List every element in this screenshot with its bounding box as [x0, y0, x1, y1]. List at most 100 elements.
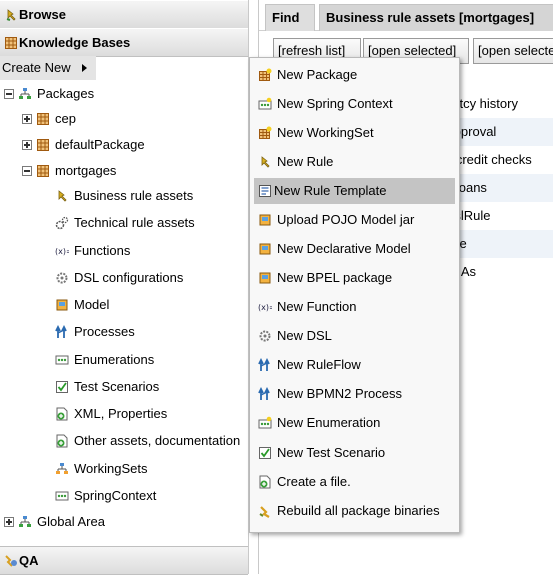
tree-label: Processes: [74, 324, 135, 339]
tree-label: Functions: [74, 243, 131, 258]
create-new-label: Create New: [2, 60, 71, 75]
tree-label: Technical rule assets: [74, 215, 195, 230]
rule-template-icon: [258, 184, 272, 198]
menu-item-new-test-scenario[interactable]: New Test Scenario: [254, 440, 455, 466]
tree-item-functions[interactable]: (x)= Functions: [55, 240, 130, 262]
tree-label: Test Scenarios: [74, 379, 160, 394]
expand-icon[interactable]: [4, 516, 14, 527]
tree-item-technical-rule-assets[interactable]: Technical rule assets: [55, 212, 195, 234]
tree-label: SpringContext: [74, 488, 157, 503]
tree-label: DSL configurations: [74, 270, 184, 285]
tree-label: Business rule assets: [74, 188, 194, 203]
tree-label: Other assets, documentation: [74, 433, 241, 448]
menu-item-rebuild-all-package-binaries[interactable]: Rebuild all package binaries: [254, 498, 455, 524]
knowledge-bases-label: Knowledge Bases: [19, 35, 131, 50]
menu-item-create-a-file[interactable]: Create a file.: [254, 469, 455, 495]
process-arrows-icon: [55, 324, 69, 339]
tree-item-xml-properties[interactable]: XML, Properties: [55, 403, 167, 425]
expand-icon[interactable]: [22, 139, 32, 150]
function-icon: (x)=: [258, 300, 272, 314]
browse-label: Browse: [19, 7, 66, 22]
package-grid-icon: [36, 164, 50, 178]
tree-label: cep: [55, 111, 76, 126]
menu-item-new-bpmn2-process[interactable]: New BPMN2 Process: [254, 381, 455, 407]
menu-item-upload-pojo-model-jar[interactable]: Upload POJO Model jar: [254, 207, 455, 233]
packages-tree-icon: [18, 515, 32, 529]
collapse-icon[interactable]: [4, 88, 14, 99]
package-grid-icon: [36, 138, 50, 152]
create-file-icon: [258, 475, 272, 489]
tree-item-springcontext[interactable]: SpringContext: [55, 485, 156, 507]
tree-item-test-scenarios[interactable]: Test Scenarios: [55, 376, 159, 398]
file-add-icon: [55, 407, 69, 421]
gears-icon: [55, 216, 69, 230]
menu-item-new-spring-context[interactable]: New Spring Context: [254, 91, 455, 117]
tab-bar: Find Business rule assets [mortgages]: [259, 0, 553, 31]
menu-item-new-rule-template[interactable]: New Rule Template: [254, 178, 455, 204]
tab-find[interactable]: Find: [265, 4, 315, 31]
expand-icon[interactable]: [22, 113, 32, 124]
menu-item-new-function[interactable]: (x)= New Function: [254, 294, 455, 320]
tree-label: Global Area: [37, 514, 105, 529]
rebuild-icon: [258, 504, 272, 518]
open-selected-new-window-button[interactable]: [open selected: [473, 38, 553, 64]
menu-item-new-enumeration[interactable]: New Enumeration: [254, 410, 455, 436]
rule-new-icon: [258, 155, 272, 169]
tree-label: Packages: [37, 86, 95, 101]
tree-item-defaultpackage[interactable]: defaultPackage: [22, 134, 145, 156]
test-scenario-icon: [55, 380, 69, 394]
tree-item-business-rule-assets[interactable]: Business rule assets: [55, 185, 193, 207]
declarative-model-icon: [258, 242, 272, 256]
menu-item-label: New Declarative Model: [277, 241, 411, 256]
qa-label: QA: [19, 553, 39, 568]
svg-text:(x)=: (x)=: [55, 247, 69, 256]
submenu-arrow-icon: [82, 64, 87, 72]
workingset-new-icon: [258, 126, 272, 140]
menu-item-label: New Rule: [277, 154, 334, 169]
menu-item-new-package[interactable]: New Package: [254, 62, 455, 88]
menu-item-label: New BPMN2 Process: [277, 386, 402, 401]
menu-item-new-declarative-model[interactable]: New Declarative Model: [254, 236, 455, 262]
spring-context-icon: [258, 97, 272, 111]
function-icon: (x)=: [55, 244, 69, 258]
knowledge-bases-header[interactable]: Knowledge Bases: [0, 28, 248, 57]
tree-label: Model: [74, 297, 110, 312]
package-grid-icon: [4, 36, 18, 50]
tree-item-enumerations[interactable]: Enumerations: [55, 349, 154, 371]
tree-item-model[interactable]: Model: [55, 294, 109, 316]
tree-item-packages[interactable]: Packages: [4, 83, 94, 105]
menu-item-label: New Enumeration: [277, 415, 381, 430]
tree-item-dsl-configurations[interactable]: DSL configurations: [55, 267, 183, 289]
tab-business-rule-assets[interactable]: Business rule assets [mortgages]: [319, 4, 553, 31]
tree-item-workingsets[interactable]: WorkingSets: [55, 458, 147, 480]
create-new-menu-button[interactable]: Create New: [0, 56, 96, 80]
menu-item-label: Upload POJO Model jar: [277, 212, 415, 227]
menu-item-new-dsl[interactable]: New DSL: [254, 323, 455, 349]
tree-item-other-assets[interactable]: Other assets, documentation: [55, 430, 240, 452]
packages-tree-icon: [18, 87, 32, 101]
menu-item-new-workingset[interactable]: New WorkingSet: [254, 120, 455, 146]
test-scenario-icon: [258, 446, 272, 460]
tree-label: XML, Properties: [74, 406, 168, 421]
collapse-icon[interactable]: [22, 165, 32, 176]
create-new-popup-menu: New Package New Spring Context New Worki…: [249, 57, 460, 533]
tree-item-cep[interactable]: cep: [22, 108, 76, 130]
menu-item-new-rule[interactable]: New Rule: [254, 149, 455, 175]
ruleflow-icon: [258, 358, 272, 372]
qa-section-header[interactable]: QA: [0, 546, 248, 575]
tree-label: WorkingSets: [74, 461, 148, 476]
menu-item-label: New DSL: [277, 328, 332, 343]
menu-item-label: New Spring Context: [277, 96, 393, 111]
tree-item-mortgages[interactable]: mortgages: [22, 160, 116, 182]
rule-icon: [55, 189, 69, 203]
tree-item-processes[interactable]: Processes: [55, 321, 135, 343]
menu-item-new-bpel-package[interactable]: New BPEL package: [254, 265, 455, 291]
menu-item-label: New Package: [277, 67, 358, 82]
tree-label: Enumerations: [74, 352, 155, 367]
menu-item-new-ruleflow[interactable]: New RuleFlow: [254, 352, 455, 378]
enumeration-icon: [55, 353, 69, 367]
browse-section-header[interactable]: Browse: [0, 0, 248, 29]
menu-item-label: New Rule Template: [274, 183, 387, 198]
dsl-gear-icon: [55, 271, 69, 285]
tree-item-global-area[interactable]: Global Area: [4, 511, 105, 533]
